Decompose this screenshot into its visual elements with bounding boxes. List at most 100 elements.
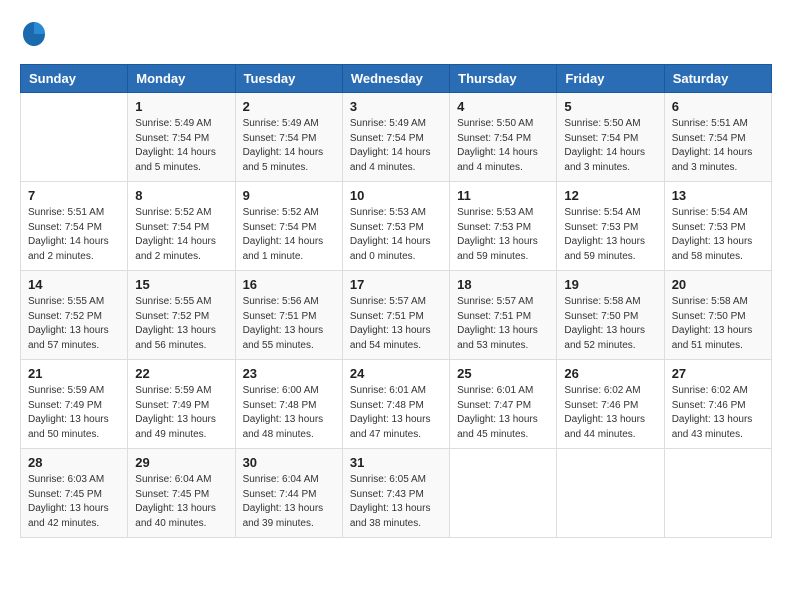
day-content: Sunrise: 6:00 AM Sunset: 7:48 PM Dayligh… <box>243 384 335 442</box>
calendar-body: 1 Sunrise: 5:49 AM Sunset: 7:54 PM Daylig… <box>21 93 772 538</box>
day-number: 3 <box>350 99 442 114</box>
day-number: 20 <box>672 277 764 292</box>
day-content: Sunrise: 5:49 AM Sunset: 7:54 PM Dayligh… <box>243 117 335 175</box>
calendar-cell <box>450 449 557 538</box>
day-content: Sunrise: 5:50 AM Sunset: 7:54 PM Dayligh… <box>564 117 656 175</box>
calendar-header: SundayMondayTuesdayWednesdayThursdayFrid… <box>21 65 772 93</box>
calendar-cell: 27 Sunrise: 6:02 AM Sunset: 7:46 PM Dayli… <box>664 360 771 449</box>
calendar-cell: 18 Sunrise: 5:57 AM Sunset: 7:51 PM Dayli… <box>450 271 557 360</box>
calendar-cell: 8Sunrise: 5:52 AM Sunset: 7:54 PM Daylig… <box>128 182 235 271</box>
calendar-cell: 28 Sunrise: 6:03 AM Sunset: 7:45 PM Dayli… <box>21 449 128 538</box>
day-number: 21 <box>28 366 120 381</box>
calendar-week-2: 7 Sunrise: 5:51 AM Sunset: 7:54 PM Daylig… <box>21 182 772 271</box>
calendar-week-1: 1 Sunrise: 5:49 AM Sunset: 7:54 PM Daylig… <box>21 93 772 182</box>
calendar-cell: 29 Sunrise: 6:04 AM Sunset: 7:45 PM Dayli… <box>128 449 235 538</box>
day-content: Sunrise: 5:57 AM Sunset: 7:51 PM Dayligh… <box>350 295 442 353</box>
day-number: 31 <box>350 455 442 470</box>
day-content: Sunrise: 6:02 AM Sunset: 7:46 PM Dayligh… <box>564 384 656 442</box>
calendar-cell: 15 Sunrise: 5:55 AM Sunset: 7:52 PM Dayli… <box>128 271 235 360</box>
calendar-cell <box>557 449 664 538</box>
day-content: Sunrise: 5:59 AM Sunset: 7:49 PM Dayligh… <box>135 384 227 442</box>
calendar-cell: 14Sunrise: 5:55 AM Sunset: 7:52 PM Dayli… <box>21 271 128 360</box>
calendar-cell: 4 Sunrise: 5:50 AM Sunset: 7:54 PM Daylig… <box>450 93 557 182</box>
day-content: Sunrise: 5:51 AM Sunset: 7:54 PM Dayligh… <box>28 206 120 264</box>
header-cell-tuesday: Tuesday <box>235 65 342 93</box>
day-number: 24 <box>350 366 442 381</box>
day-number: 9 <box>243 188 335 203</box>
calendar-cell: 25Sunrise: 6:01 AM Sunset: 7:47 PM Dayli… <box>450 360 557 449</box>
calendar-cell: 16 Sunrise: 5:56 AM Sunset: 7:51 PM Dayli… <box>235 271 342 360</box>
day-number: 28 <box>28 455 120 470</box>
calendar-cell: 12Sunrise: 5:54 AM Sunset: 7:53 PM Dayli… <box>557 182 664 271</box>
day-number: 11 <box>457 188 549 203</box>
calendar-cell: 21 Sunrise: 5:59 AM Sunset: 7:49 PM Dayli… <box>21 360 128 449</box>
calendar-cell: 20 Sunrise: 5:58 AM Sunset: 7:50 PM Dayli… <box>664 271 771 360</box>
day-number: 18 <box>457 277 549 292</box>
header-cell-sunday: Sunday <box>21 65 128 93</box>
logo-icon <box>20 20 48 48</box>
calendar-week-3: 14Sunrise: 5:55 AM Sunset: 7:52 PM Dayli… <box>21 271 772 360</box>
calendar-table: SundayMondayTuesdayWednesdayThursdayFrid… <box>20 64 772 538</box>
day-content: Sunrise: 5:59 AM Sunset: 7:49 PM Dayligh… <box>28 384 120 442</box>
day-number: 6 <box>672 99 764 114</box>
calendar-cell: 3 Sunrise: 5:49 AM Sunset: 7:54 PM Daylig… <box>342 93 449 182</box>
day-number: 12 <box>564 188 656 203</box>
day-number: 4 <box>457 99 549 114</box>
calendar-cell: 31 Sunrise: 6:05 AM Sunset: 7:43 PM Dayli… <box>342 449 449 538</box>
calendar-cell: 23Sunrise: 6:00 AM Sunset: 7:48 PM Dayli… <box>235 360 342 449</box>
day-number: 5 <box>564 99 656 114</box>
day-number: 26 <box>564 366 656 381</box>
day-number: 2 <box>243 99 335 114</box>
day-number: 27 <box>672 366 764 381</box>
day-number: 29 <box>135 455 227 470</box>
calendar-cell: 17Sunrise: 5:57 AM Sunset: 7:51 PM Dayli… <box>342 271 449 360</box>
header-cell-thursday: Thursday <box>450 65 557 93</box>
calendar-cell: 24 Sunrise: 6:01 AM Sunset: 7:48 PM Dayli… <box>342 360 449 449</box>
calendar-cell: 6 Sunrise: 5:51 AM Sunset: 7:54 PM Daylig… <box>664 93 771 182</box>
calendar-cell: 26 Sunrise: 6:02 AM Sunset: 7:46 PM Dayli… <box>557 360 664 449</box>
day-number: 16 <box>243 277 335 292</box>
day-number: 1 <box>135 99 227 114</box>
calendar-cell: 22 Sunrise: 5:59 AM Sunset: 7:49 PM Dayli… <box>128 360 235 449</box>
day-content: Sunrise: 6:01 AM Sunset: 7:47 PM Dayligh… <box>457 384 549 442</box>
day-content: Sunrise: 6:05 AM Sunset: 7:43 PM Dayligh… <box>350 473 442 531</box>
calendar-cell: 9Sunrise: 5:52 AM Sunset: 7:54 PM Daylig… <box>235 182 342 271</box>
calendar-cell: 7 Sunrise: 5:51 AM Sunset: 7:54 PM Daylig… <box>21 182 128 271</box>
day-content: Sunrise: 5:56 AM Sunset: 7:51 PM Dayligh… <box>243 295 335 353</box>
day-number: 7 <box>28 188 120 203</box>
day-content: Sunrise: 5:53 AM Sunset: 7:53 PM Dayligh… <box>350 206 442 264</box>
day-content: Sunrise: 5:52 AM Sunset: 7:54 PM Dayligh… <box>135 206 227 264</box>
day-content: Sunrise: 6:01 AM Sunset: 7:48 PM Dayligh… <box>350 384 442 442</box>
day-number: 15 <box>135 277 227 292</box>
header-row: SundayMondayTuesdayWednesdayThursdayFrid… <box>21 65 772 93</box>
day-number: 22 <box>135 366 227 381</box>
day-content: Sunrise: 5:55 AM Sunset: 7:52 PM Dayligh… <box>28 295 120 353</box>
calendar-cell: 1 Sunrise: 5:49 AM Sunset: 7:54 PM Daylig… <box>128 93 235 182</box>
day-content: Sunrise: 5:50 AM Sunset: 7:54 PM Dayligh… <box>457 117 549 175</box>
header-cell-monday: Monday <box>128 65 235 93</box>
day-number: 19 <box>564 277 656 292</box>
header-cell-wednesday: Wednesday <box>342 65 449 93</box>
day-number: 13 <box>672 188 764 203</box>
logo <box>20 20 52 48</box>
day-content: Sunrise: 5:51 AM Sunset: 7:54 PM Dayligh… <box>672 117 764 175</box>
day-content: Sunrise: 5:58 AM Sunset: 7:50 PM Dayligh… <box>672 295 764 353</box>
calendar-cell <box>21 93 128 182</box>
day-number: 10 <box>350 188 442 203</box>
day-content: Sunrise: 6:04 AM Sunset: 7:45 PM Dayligh… <box>135 473 227 531</box>
day-content: Sunrise: 5:49 AM Sunset: 7:54 PM Dayligh… <box>350 117 442 175</box>
day-content: Sunrise: 6:03 AM Sunset: 7:45 PM Dayligh… <box>28 473 120 531</box>
day-content: Sunrise: 6:02 AM Sunset: 7:46 PM Dayligh… <box>672 384 764 442</box>
day-content: Sunrise: 5:55 AM Sunset: 7:52 PM Dayligh… <box>135 295 227 353</box>
calendar-cell: 5 Sunrise: 5:50 AM Sunset: 7:54 PM Daylig… <box>557 93 664 182</box>
day-content: Sunrise: 5:49 AM Sunset: 7:54 PM Dayligh… <box>135 117 227 175</box>
calendar-cell <box>664 449 771 538</box>
day-content: Sunrise: 5:58 AM Sunset: 7:50 PM Dayligh… <box>564 295 656 353</box>
calendar-cell: 19 Sunrise: 5:58 AM Sunset: 7:50 PM Dayli… <box>557 271 664 360</box>
calendar-cell: 11 Sunrise: 5:53 AM Sunset: 7:53 PM Dayli… <box>450 182 557 271</box>
header-cell-friday: Friday <box>557 65 664 93</box>
day-content: Sunrise: 5:57 AM Sunset: 7:51 PM Dayligh… <box>457 295 549 353</box>
calendar-cell: 10 Sunrise: 5:53 AM Sunset: 7:53 PM Dayli… <box>342 182 449 271</box>
day-content: Sunrise: 5:53 AM Sunset: 7:53 PM Dayligh… <box>457 206 549 264</box>
day-content: Sunrise: 5:54 AM Sunset: 7:53 PM Dayligh… <box>672 206 764 264</box>
